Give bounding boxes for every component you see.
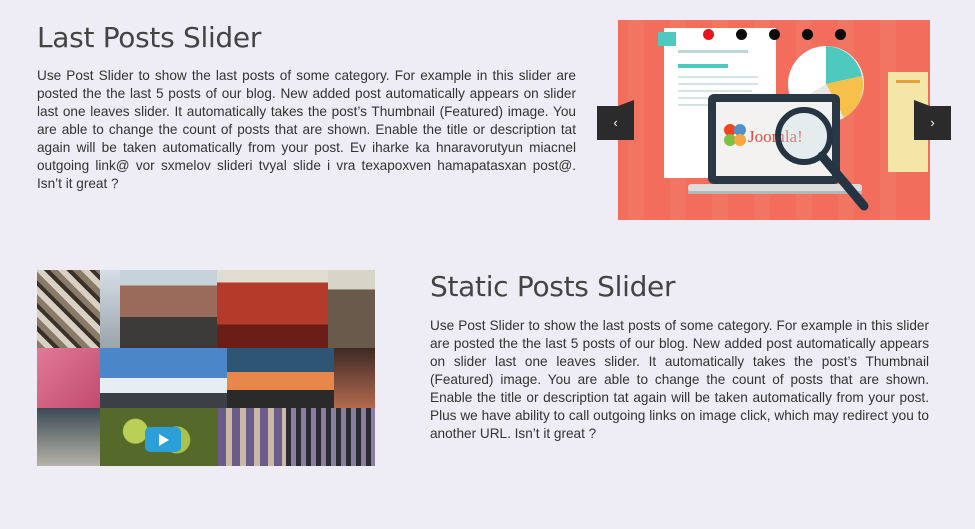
last-posts-slider-description: Use Post Slider to show the last posts o… xyxy=(37,68,576,191)
chevron-left-icon: ‹ xyxy=(613,115,618,130)
collage-tile-fence xyxy=(286,408,375,466)
static-posts-slider-title: Static Posts Slider xyxy=(430,270,676,303)
slider-next-button[interactable]: › xyxy=(914,100,951,140)
collage-tile-street2 xyxy=(37,408,100,466)
slide-illustration: Joomla! xyxy=(658,28,928,211)
chevron-right-icon: › xyxy=(930,115,935,130)
video-play-button[interactable] xyxy=(145,427,181,452)
collage-tile-pink xyxy=(37,348,100,408)
collage-tile-figurines xyxy=(37,270,100,348)
slider-dot-5[interactable] xyxy=(835,29,846,40)
collage-tile-red-rail xyxy=(217,270,328,348)
static-posts-slider[interactable] xyxy=(37,270,375,466)
slider-dot-1[interactable] xyxy=(703,29,714,40)
static-posts-slider-description: Use Post Slider to show the last posts o… xyxy=(430,318,929,441)
collage-tile-crafts xyxy=(328,270,375,348)
last-posts-slider[interactable]: Joomla! xyxy=(618,20,930,220)
collage-tile-scooter xyxy=(100,348,227,408)
slider-pagination xyxy=(703,29,868,41)
slider-dot-2[interactable] xyxy=(736,29,747,40)
collage-tile-sky xyxy=(100,270,120,348)
slider-prev-button[interactable]: ‹ xyxy=(597,100,634,140)
collage-tile-arches xyxy=(218,408,286,466)
collage-tile-skateboard xyxy=(227,348,334,408)
slider-dot-4[interactable] xyxy=(802,29,813,40)
slider-dot-3[interactable] xyxy=(769,29,780,40)
collage-tile-portrait xyxy=(334,348,375,408)
collage-tile-street xyxy=(120,270,217,348)
last-posts-slider-title: Last Posts Slider xyxy=(37,21,262,54)
